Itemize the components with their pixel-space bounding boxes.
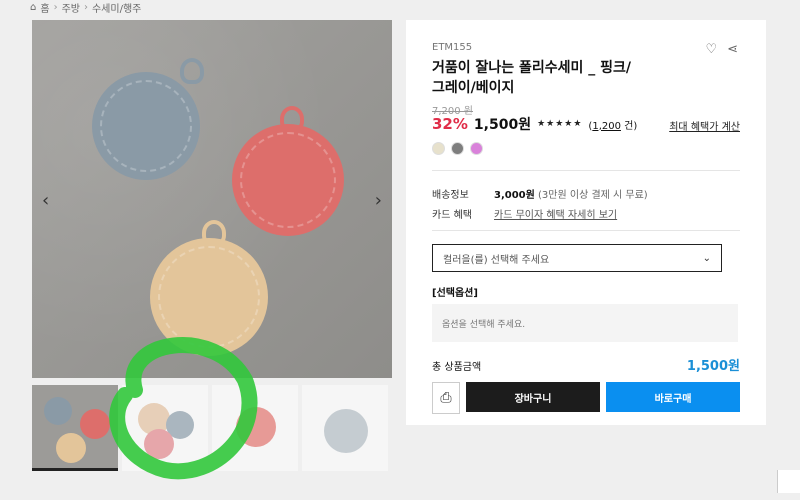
pink-scrubber-image: [232, 106, 344, 236]
swatch-beige[interactable]: [432, 142, 445, 155]
thumbnail-4[interactable]: [302, 385, 388, 471]
share-icon[interactable]: ⋖: [727, 42, 738, 57]
breadcrumb-home[interactable]: 홈: [40, 0, 49, 15]
product-main-image[interactable]: ‹ ›: [32, 20, 392, 378]
shipping-info: 배송정보 3,000원 (3만원 이상 결제 시 무료): [432, 186, 648, 201]
product-title: 거품이 잘나는 폴리수세미 _ 핑크/ 그레이/베이지: [432, 60, 632, 96]
gray-scrubber-image: [92, 58, 204, 180]
beige-scrubber-image: [150, 220, 268, 356]
review-count-number[interactable]: 1,200: [592, 121, 621, 132]
selected-options-heading: [선택옵션]: [432, 288, 478, 299]
shipping-fee: 3,000원: [494, 190, 535, 201]
selected-options-box: 옵션을 선택해 주세요.: [432, 304, 738, 342]
discount-rate: 32%: [432, 115, 468, 133]
home-icon[interactable]: ⌂: [30, 2, 36, 13]
card-benefit-link[interactable]: 카드 무이자 혜택 자세히 보기: [494, 206, 617, 221]
price-row: 32% 1,500원 ★★★★★ (1,200 건): [432, 114, 637, 134]
breadcrumb-item-scrubber[interactable]: 수세미/행주: [92, 0, 141, 15]
product-actions: ♡ ⋖: [705, 42, 738, 57]
review-count[interactable]: (1,200 건): [588, 117, 637, 132]
breadcrumb: ⌂ 홈 › 주방 › 수세미/행주: [30, 0, 141, 15]
selected-options-empty-text: 옵션을 선택해 주세요.: [442, 319, 526, 330]
divider: [432, 170, 740, 171]
page-edge: [777, 470, 800, 493]
chevron-down-icon: ⌄: [702, 252, 711, 264]
add-to-cart-button[interactable]: 장바구니: [466, 382, 600, 412]
card-label: 카드 혜택: [432, 210, 472, 221]
chevron-right-icon[interactable]: ›: [375, 190, 382, 211]
breadcrumb-item-kitchen[interactable]: 주방: [62, 0, 80, 15]
sale-price: 1,500원: [473, 117, 532, 133]
breadcrumb-separator: ›: [83, 1, 88, 13]
rating-stars: ★★★★★: [537, 119, 583, 129]
chevron-left-icon[interactable]: ‹: [42, 190, 49, 211]
total-value: 1,500원: [686, 359, 740, 374]
product-code: ETM155: [432, 42, 473, 53]
color-select-placeholder: 컬러을(를) 선택해 주세요: [443, 254, 550, 266]
swatch-pink[interactable]: [470, 142, 483, 155]
color-select[interactable]: 컬러을(를) 선택해 주세요 ⌄: [432, 244, 722, 272]
color-swatches: [432, 142, 483, 155]
product-info-panel: ETM155 거품이 잘나는 폴리수세미 _ 핑크/ 그레이/베이지 ♡ ⋖ 7…: [406, 20, 766, 425]
thumbnail-3[interactable]: [212, 385, 298, 471]
swatch-gray[interactable]: [451, 142, 464, 155]
heart-icon[interactable]: ♡: [705, 42, 717, 57]
buy-now-button[interactable]: 바로구매: [606, 382, 740, 412]
thumbnail-1[interactable]: [32, 385, 118, 471]
max-benefit-link[interactable]: 최대 혜택가 계산: [669, 118, 740, 133]
divider: [432, 230, 740, 231]
card-benefit: 카드 혜택 카드 무이자 혜택 자세히 보기: [432, 206, 617, 221]
thumbnail-strip: [32, 385, 388, 471]
shipping-label: 배송정보: [432, 190, 469, 201]
thumbnail-2[interactable]: [122, 385, 208, 471]
total-label: 총 상품금액: [432, 362, 482, 373]
breadcrumb-separator: ›: [53, 1, 58, 13]
shipping-note: (3만원 이상 결제 시 무료): [538, 190, 648, 201]
gift-icon[interactable]: ⎙: [432, 382, 460, 414]
